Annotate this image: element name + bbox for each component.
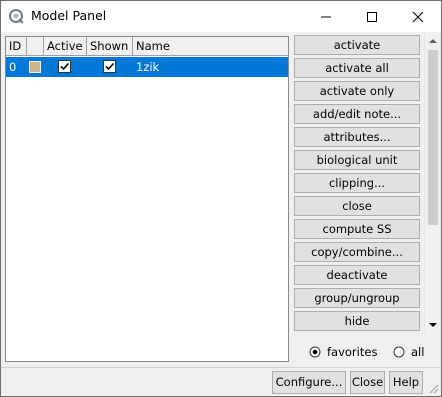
help-button[interactable]: Help	[389, 371, 423, 394]
shown-checkbox[interactable]	[103, 60, 116, 73]
title-bar[interactable]: Model Panel	[1, 1, 441, 32]
command-clipping-button[interactable]: clipping...	[294, 173, 420, 193]
maximize-icon	[367, 12, 377, 22]
minimize-icon	[321, 16, 331, 18]
scroll-down-button[interactable]	[425, 317, 441, 333]
filter-all-label: all	[411, 345, 425, 359]
command-hide-button[interactable]: hide	[294, 311, 420, 331]
command-biological-unit-button[interactable]: biological unit	[294, 150, 420, 170]
checkmark-icon	[60, 62, 70, 71]
command-activate-only-button[interactable]: activate only	[294, 81, 420, 101]
model-panel-window: Model Panel ID Active Shown Name 0 1zik …	[0, 0, 442, 397]
column-header-id[interactable]: ID	[6, 37, 27, 56]
model-name: 1zik	[136, 60, 160, 74]
column-header-color[interactable]	[27, 37, 44, 56]
radio-unselected-icon	[393, 346, 405, 358]
close-button[interactable]: Close	[350, 371, 385, 394]
table-row[interactable]: 0 1zik	[6, 57, 288, 77]
filter-all-radio[interactable]: all	[393, 344, 433, 360]
checkmark-icon	[105, 62, 115, 71]
scroll-up-button[interactable]	[425, 33, 441, 49]
command-activate-all-button[interactable]: activate all	[294, 58, 420, 78]
command-add-edit-note-button[interactable]: add/edit note...	[294, 104, 420, 124]
model-table[interactable]: ID Active Shown Name 0 1zik	[5, 36, 289, 362]
close-window-button[interactable]	[395, 1, 441, 32]
arrow-up-icon	[429, 39, 437, 43]
command-group-ungroup-button[interactable]: group/ungroup	[294, 288, 420, 308]
table-header: ID Active Shown Name	[6, 37, 288, 57]
command-deactivate-button[interactable]: deactivate	[294, 265, 420, 285]
window-title: Model Panel	[31, 8, 107, 23]
scroll-thumb[interactable]	[428, 50, 438, 225]
configure-button[interactable]: Configure...	[272, 371, 346, 394]
column-header-shown[interactable]: Shown	[87, 37, 133, 56]
command-copy-combine-button[interactable]: copy/combine...	[294, 242, 420, 262]
command-activate-button[interactable]: activate	[294, 35, 420, 55]
filter-favorites-label: favorites	[327, 345, 378, 359]
radio-selected-icon	[309, 346, 321, 358]
footer-divider	[1, 367, 441, 368]
command-attributes-button[interactable]: attributes...	[294, 127, 420, 147]
column-header-active[interactable]: Active	[44, 37, 87, 56]
model-id: 0	[9, 60, 17, 74]
chimera-app-icon	[9, 9, 24, 24]
column-header-name[interactable]: Name	[133, 37, 288, 56]
maximize-button[interactable]	[349, 1, 395, 32]
command-compute-ss-button[interactable]: compute SS	[294, 219, 420, 239]
command-close-button[interactable]: close	[294, 196, 420, 216]
close-icon	[412, 11, 424, 23]
command-list-scrollbar[interactable]	[424, 33, 441, 333]
filter-favorites-radio[interactable]: favorites	[309, 344, 379, 360]
active-checkbox[interactable]	[58, 60, 71, 73]
command-list: activate activate all activate only add/…	[291, 33, 424, 333]
minimize-button[interactable]	[303, 1, 349, 32]
model-color-swatch[interactable]	[29, 61, 41, 73]
resize-grip-icon[interactable]	[427, 382, 439, 394]
arrow-down-icon	[429, 323, 437, 327]
